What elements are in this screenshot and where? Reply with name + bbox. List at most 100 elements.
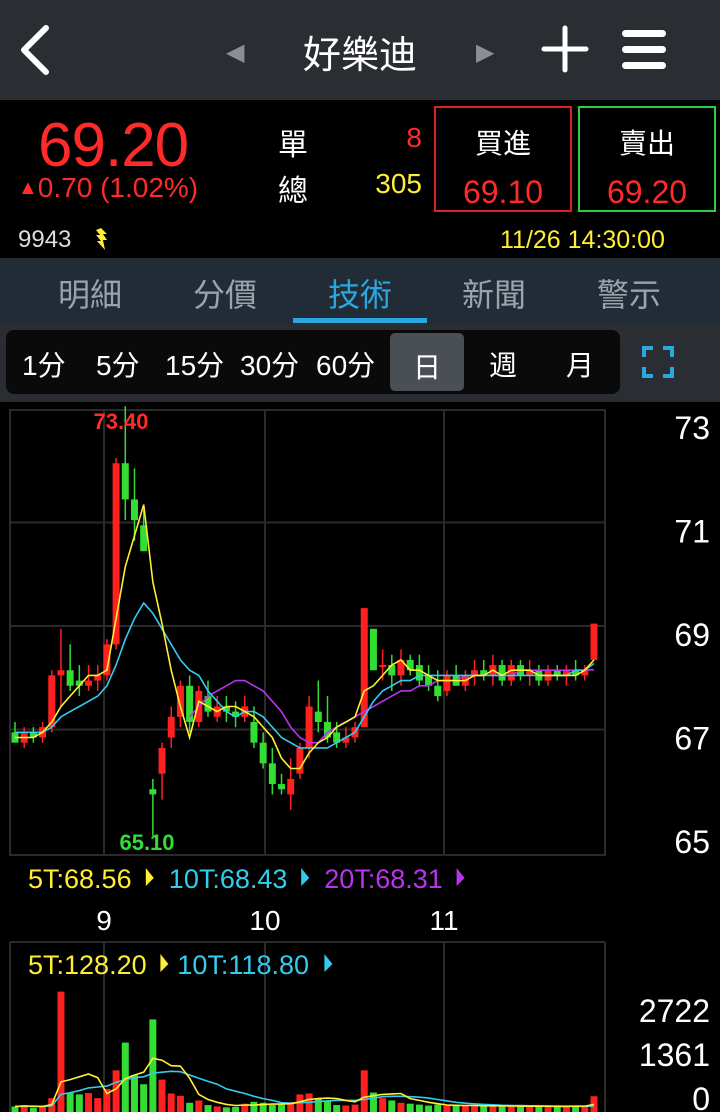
candlestick: [443, 670, 451, 697]
volume-bar: [287, 1102, 295, 1112]
volume-bar: [369, 1092, 377, 1112]
tab-news[interactable]: 新聞: [434, 270, 554, 316]
candlestick: [176, 680, 184, 728]
volume-bar: [406, 1103, 414, 1112]
volume-bar: [471, 1105, 479, 1112]
price-change: ▲0.70 (1.02%): [18, 172, 198, 204]
candlestick: [213, 696, 221, 722]
candlestick: [507, 659, 515, 686]
next-stock-icon[interactable]: ▶: [476, 38, 494, 67]
volume-bar: [388, 1100, 396, 1112]
candlestick: [360, 608, 368, 728]
volume-bar: [241, 1103, 249, 1112]
volume-bar: [489, 1105, 497, 1112]
tab-technical[interactable]: 技術: [300, 270, 420, 316]
candlestick: [186, 675, 194, 733]
sell-label: 賣出: [618, 128, 675, 159]
previous-stock-icon[interactable]: ◀: [226, 38, 244, 67]
volume-bar: [351, 1104, 359, 1112]
volume-bar: [48, 1098, 56, 1112]
period-1min[interactable]: 1分: [22, 344, 66, 384]
candlestick: [553, 665, 561, 681]
candlestick: [516, 659, 524, 681]
buy-button[interactable]: 買進 69.10: [434, 106, 572, 212]
last-price: 69.20: [38, 111, 189, 180]
candlestick: [452, 665, 460, 686]
volume-ma-legend-10T: 10T:118.80: [177, 950, 309, 980]
volume-bar: [314, 1098, 322, 1112]
ma10-line: [15, 601, 595, 749]
candlestick: [57, 628, 65, 707]
plus-icon[interactable]: [540, 24, 590, 74]
volume-bar: [167, 1093, 175, 1112]
volume-bar: [342, 1105, 350, 1112]
volume-bar: [434, 1104, 442, 1112]
tab-price-distribution[interactable]: 分價: [165, 270, 285, 316]
period-15min[interactable]: 15分: [165, 344, 224, 384]
volume-bar: [250, 1101, 258, 1112]
sell-button[interactable]: 賣出 69.20: [578, 106, 716, 212]
hamburger-menu-icon[interactable]: [620, 26, 668, 74]
candlestick: [287, 758, 295, 810]
volume-axis-tick: 0: [692, 1081, 710, 1112]
chevron-left-icon[interactable]: [14, 22, 58, 78]
volume-bar: [140, 1084, 148, 1112]
volume-bar: [149, 1019, 157, 1112]
volume-bar: [195, 1100, 203, 1112]
stock-name-title: 好樂迪: [302, 35, 417, 77]
period-30min[interactable]: 30分: [240, 344, 299, 384]
candlestick: [94, 665, 102, 691]
tab-alerts[interactable]: 警示: [569, 270, 689, 316]
total-volume-value: 305: [375, 168, 422, 199]
candlestick: [112, 458, 120, 650]
volume-bar: [415, 1104, 423, 1112]
volume-bar: [66, 1092, 74, 1112]
volume-bar: [103, 1088, 111, 1112]
low-price-label: 65.10: [119, 830, 174, 855]
price-chart-frame: [9, 409, 606, 856]
ma20-line: [189, 668, 595, 744]
volume-ma-legend-5T: 5T:128.20: [28, 950, 147, 980]
buy-price: 69.10: [462, 174, 544, 210]
volume-bar: [333, 1105, 341, 1112]
volume-bar: [452, 1105, 460, 1112]
volume-bar: [130, 1074, 138, 1112]
volume-bar: [39, 1106, 47, 1112]
candlestick: [149, 778, 157, 836]
volume-bar: [121, 1042, 129, 1112]
period-day[interactable]: 日: [413, 346, 441, 386]
volume-bar: [278, 1104, 286, 1112]
volume-bar: [572, 1105, 580, 1112]
candlestick: [562, 665, 570, 686]
price-axis-tick: 71: [674, 514, 710, 550]
sell-price: 69.20: [606, 174, 688, 210]
candlestick: [379, 649, 387, 681]
period-week[interactable]: 週: [489, 344, 517, 384]
volume-bar: [29, 1107, 37, 1112]
volume-ma10-line: [14, 1070, 595, 1108]
volume-bar: [379, 1098, 387, 1112]
volume-bar: [397, 1102, 405, 1112]
volume-bar: [75, 1094, 83, 1112]
volume-bar: [11, 1106, 19, 1112]
period-5min[interactable]: 5分: [96, 344, 140, 384]
period-60min[interactable]: 60分: [316, 344, 375, 384]
volume-bar: [562, 1106, 570, 1112]
candlestick: [590, 623, 598, 660]
volume-bar: [305, 1093, 313, 1112]
volume-bar: [57, 991, 65, 1112]
candlestick: [397, 649, 405, 686]
candlestick: [314, 680, 322, 733]
candlestick: [241, 696, 249, 722]
volume-bar: [425, 1105, 433, 1112]
tab-details[interactable]: 明細: [30, 270, 150, 316]
date-axis-tick: 11: [429, 905, 458, 936]
period-month[interactable]: 月: [566, 344, 594, 384]
volume-bar: [85, 1093, 93, 1112]
candlestick: [268, 747, 276, 795]
volume-bar: [259, 1102, 267, 1112]
candlestick: [204, 680, 212, 717]
ma-legend-10T: 10T:68.43: [169, 864, 288, 894]
candlestick: [323, 696, 331, 743]
fullscreen-icon[interactable]: [642, 346, 674, 378]
